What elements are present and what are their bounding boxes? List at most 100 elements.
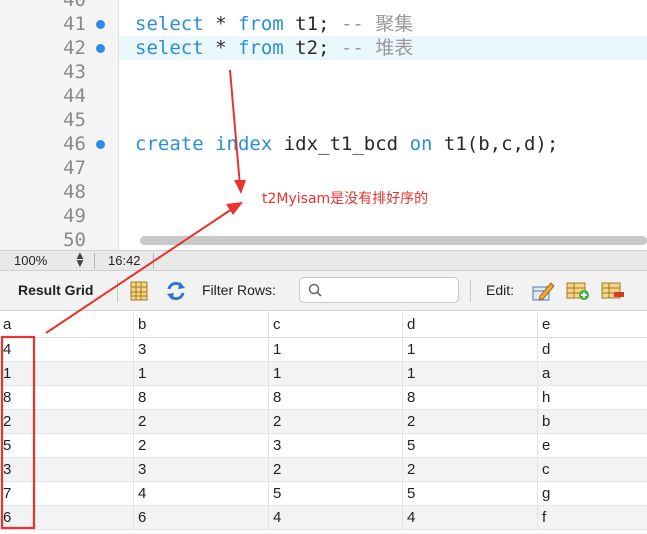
statement-marker-dot[interactable] bbox=[96, 20, 105, 29]
table-cell[interactable]: b bbox=[537, 410, 647, 433]
table-cell[interactable]: 8 bbox=[133, 386, 268, 409]
line-number: 44 bbox=[63, 85, 86, 107]
table-cell[interactable]: 1 bbox=[402, 362, 537, 385]
table-cell[interactable]: 2 bbox=[268, 410, 402, 433]
table-cell[interactable]: 3 bbox=[133, 338, 268, 361]
table-row[interactable]: 4 3 1 1 d bbox=[0, 338, 647, 362]
code-line-42[interactable]: select * from t2; -- 堆表 bbox=[135, 36, 413, 60]
table-cell[interactable]: 1 bbox=[268, 338, 402, 361]
table-cell[interactable]: 1 bbox=[268, 362, 402, 385]
table-cell[interactable]: 4 bbox=[0, 338, 133, 361]
code-text: t1; bbox=[283, 13, 341, 35]
table-cell[interactable]: 1 bbox=[0, 362, 133, 385]
table-cell[interactable]: 1 bbox=[402, 338, 537, 361]
table-cell[interactable]: 8 bbox=[268, 386, 402, 409]
table-cell[interactable]: 4 bbox=[268, 506, 402, 529]
column-header[interactable]: a bbox=[0, 311, 133, 337]
table-cell[interactable]: 8 bbox=[0, 386, 133, 409]
table-cell[interactable]: e bbox=[537, 434, 647, 457]
table-cell[interactable]: 2 bbox=[0, 410, 133, 433]
keyword: select bbox=[135, 37, 204, 59]
line-number: 47 bbox=[63, 157, 86, 179]
keyword: from bbox=[237, 13, 284, 35]
code-line-46[interactable]: create index idx_t1_bcd on t1(b,c,d); bbox=[135, 132, 558, 156]
line-number: 43 bbox=[63, 61, 86, 83]
table-cell[interactable]: 3 bbox=[268, 434, 402, 457]
table-cell[interactable]: d bbox=[537, 338, 647, 361]
result-grid[interactable]: a b c d e 4 3 1 1 d 1 1 1 1 a 8 8 8 8 h … bbox=[0, 311, 647, 534]
filter-rows-label: Filter Rows: bbox=[202, 282, 276, 298]
table-cell[interactable]: 3 bbox=[133, 458, 268, 481]
code-text: t1(b,c,d); bbox=[432, 133, 559, 155]
annotation-note: t2Myisam是没有排好序的 bbox=[262, 191, 429, 207]
line-number: 49 bbox=[63, 205, 86, 227]
table-cell[interactable]: 5 bbox=[0, 434, 133, 457]
table-row[interactable]: 2 2 2 2 b bbox=[0, 410, 647, 434]
table-cell[interactable]: 2 bbox=[268, 458, 402, 481]
delete-row-icon[interactable] bbox=[601, 279, 625, 303]
keyword: select bbox=[135, 13, 204, 35]
table-cell[interactable]: c bbox=[537, 458, 647, 481]
toolbar-divider bbox=[117, 280, 118, 302]
line-number: 50 bbox=[63, 229, 86, 250]
table-cell[interactable]: a bbox=[537, 362, 647, 385]
table-cell[interactable]: 2 bbox=[402, 410, 537, 433]
table-cell[interactable]: 4 bbox=[402, 506, 537, 529]
table-cell[interactable]: 4 bbox=[133, 482, 268, 505]
table-cell[interactable]: 3 bbox=[0, 458, 133, 481]
result-grid-tab[interactable]: Result Grid bbox=[18, 282, 93, 298]
grid-form-icon[interactable] bbox=[130, 281, 148, 301]
table-row[interactable]: 1 1 1 1 a bbox=[0, 362, 647, 386]
column-header[interactable]: c bbox=[268, 311, 402, 337]
statement-marker-dot[interactable] bbox=[96, 140, 105, 149]
line-number: 45 bbox=[63, 109, 86, 131]
table-cell[interactable]: 5 bbox=[402, 482, 537, 505]
line-number: 40 bbox=[63, 0, 86, 11]
code-text: * bbox=[203, 13, 238, 35]
edit-cell-icon[interactable] bbox=[531, 279, 555, 303]
statement-marker-dot[interactable] bbox=[96, 44, 105, 53]
table-row[interactable]: 6 6 4 4 f bbox=[0, 506, 647, 530]
table-cell[interactable]: 1 bbox=[133, 362, 268, 385]
editor-horizontal-scrollbar[interactable] bbox=[140, 236, 647, 245]
table-cell[interactable]: 8 bbox=[402, 386, 537, 409]
line-number: 41 bbox=[63, 13, 86, 35]
refresh-icon[interactable] bbox=[165, 280, 187, 302]
keyword: from bbox=[237, 37, 284, 59]
table-cell[interactable]: 6 bbox=[133, 506, 268, 529]
table-cell[interactable]: 6 bbox=[0, 506, 133, 529]
table-row[interactable]: 3 3 2 2 c bbox=[0, 458, 647, 482]
table-cell[interactable]: h bbox=[537, 386, 647, 409]
code-text: idx_t1_bcd bbox=[272, 133, 410, 155]
code-text: t2; bbox=[283, 37, 341, 59]
table-cell[interactable]: 5 bbox=[268, 482, 402, 505]
table-row[interactable]: 5 2 3 5 e bbox=[0, 434, 647, 458]
table-cell[interactable]: 5 bbox=[402, 434, 537, 457]
table-row[interactable]: 7 4 5 5 g bbox=[0, 482, 647, 506]
table-cell[interactable]: g bbox=[537, 482, 647, 505]
filter-rows-input[interactable] bbox=[299, 277, 459, 303]
column-header[interactable]: b bbox=[133, 311, 268, 337]
column-header[interactable]: d bbox=[402, 311, 537, 337]
keyword: index bbox=[215, 133, 273, 155]
status-divider bbox=[153, 253, 154, 269]
add-row-icon[interactable] bbox=[566, 279, 590, 303]
table-row[interactable]: 8 8 8 8 h bbox=[0, 386, 647, 410]
zoom-level[interactable]: 100% bbox=[14, 253, 47, 268]
search-icon bbox=[308, 283, 322, 297]
table-cell[interactable]: 2 bbox=[133, 410, 268, 433]
table-cell[interactable]: 7 bbox=[0, 482, 133, 505]
column-header[interactable]: e bbox=[537, 311, 647, 337]
table-cell[interactable]: 2 bbox=[133, 434, 268, 457]
table-cell[interactable]: 2 bbox=[402, 458, 537, 481]
table-cell[interactable]: f bbox=[537, 506, 647, 529]
zoom-stepper-icon[interactable]: ▲ ▼ bbox=[74, 252, 86, 270]
code-line-41[interactable]: select * from t1; -- 聚集 bbox=[135, 12, 413, 36]
line-number: 42 bbox=[63, 37, 86, 59]
code-comment: -- 聚集 bbox=[340, 13, 414, 35]
sql-editor[interactable]: 40 41 42 43 44 45 46 47 48 49 50 select … bbox=[0, 0, 647, 250]
edit-label: Edit: bbox=[486, 282, 515, 298]
keyword: create bbox=[135, 133, 204, 155]
line-number: 48 bbox=[63, 181, 86, 203]
